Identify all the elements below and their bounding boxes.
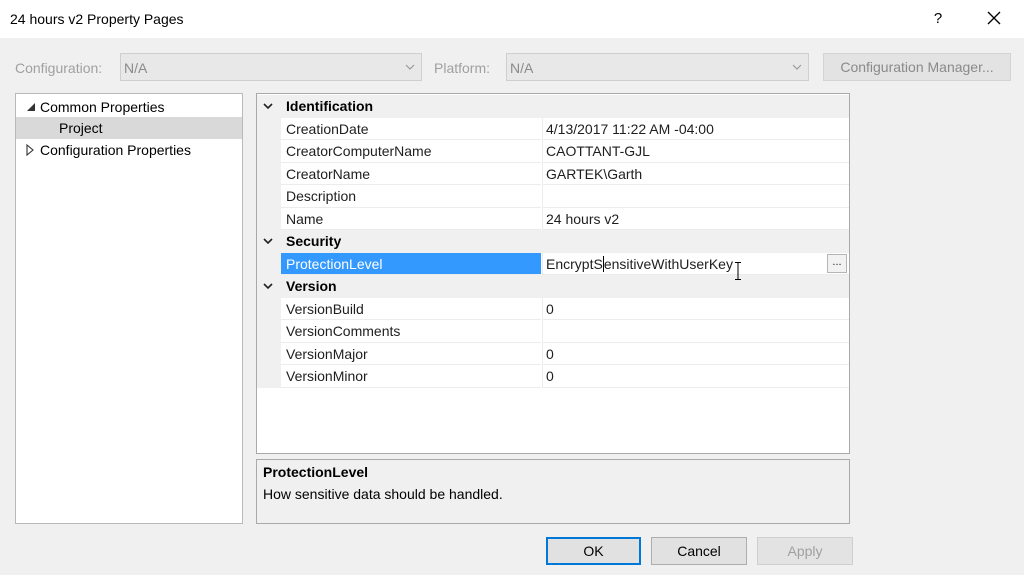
protection-level-input[interactable]: EncryptSensitiveWithUserKey ... [542, 252, 849, 275]
chevron-down-icon[interactable] [262, 281, 274, 291]
close-icon [987, 11, 1001, 25]
settings-tree: Common Properties Project Configuration … [15, 93, 243, 524]
property-row-version-build[interactable]: VersionBuild 0 [257, 297, 849, 320]
property-row-version-comments[interactable]: VersionComments [257, 320, 849, 343]
property-value[interactable] [542, 320, 849, 343]
platform-dropdown[interactable]: N/A [506, 53, 809, 81]
configuration-label: Configuration: [15, 60, 103, 76]
property-value[interactable]: 0 [542, 342, 849, 365]
tree-item-common-properties[interactable]: Common Properties [16, 96, 242, 118]
description-title: ProtectionLevel [263, 464, 369, 480]
property-value[interactable]: 24 hours v2 [542, 207, 849, 230]
property-value[interactable]: 0 [542, 365, 849, 388]
property-row-description[interactable]: Description [257, 185, 849, 208]
window-title: 24 hours v2 Property Pages [10, 11, 184, 27]
category-label: Identification [286, 98, 374, 114]
category-label: Version [286, 278, 337, 294]
chevron-down-icon [792, 64, 802, 70]
platform-value: N/A [510, 60, 534, 76]
property-value[interactable]: GARTEK\Garth [542, 162, 849, 185]
property-row-creator-computer-name[interactable]: CreatorComputerName CAOTTANT-GJL [257, 140, 849, 163]
apply-button[interactable]: Apply [757, 537, 853, 565]
ellipsis-button[interactable]: ... [827, 253, 847, 273]
property-name: VersionMajor [281, 343, 541, 365]
text-cursor-icon [735, 262, 741, 280]
property-name: ProtectionLevel [281, 252, 541, 275]
configuration-value: N/A [124, 60, 148, 76]
tree-item-label: Project [59, 120, 103, 136]
expanded-triangle-icon[interactable] [25, 101, 37, 113]
cancel-button[interactable]: Cancel [651, 537, 747, 565]
property-value[interactable]: CAOTTANT-GJL [542, 140, 849, 163]
chevron-down-icon[interactable] [262, 236, 274, 246]
value-text-before-caret: EncryptS [546, 255, 603, 272]
category-security[interactable]: Security [257, 230, 849, 253]
chevron-down-icon [405, 64, 415, 70]
property-name: CreationDate [281, 118, 541, 140]
category-label: Security [286, 233, 342, 249]
tree-item-label: Common Properties [40, 99, 165, 115]
description-text: How sensitive data should be handled. [263, 486, 503, 502]
close-button[interactable] [980, 6, 1008, 32]
property-value[interactable]: 4/13/2017 11:22 AM -04:00 [542, 117, 849, 140]
platform-label: Platform: [434, 60, 491, 76]
description-pane: ProtectionLevel How sensitive data shoul… [256, 459, 850, 524]
ok-button[interactable]: OK [546, 537, 641, 565]
property-name: Description [281, 185, 541, 208]
property-name: CreatorName [281, 163, 541, 185]
tree-item-label: Configuration Properties [40, 142, 191, 158]
property-name: VersionBuild [281, 298, 541, 320]
title-bar: 24 hours v2 Property Pages ? [0, 0, 1024, 38]
property-row-version-minor[interactable]: VersionMinor 0 [257, 365, 849, 388]
category-version[interactable]: Version [257, 275, 849, 298]
collapsed-triangle-icon[interactable] [24, 144, 36, 156]
category-identification[interactable]: Identification [257, 95, 849, 118]
property-value[interactable] [542, 185, 849, 208]
tree-item-project[interactable]: Project [16, 117, 242, 139]
property-value[interactable]: 0 [542, 297, 849, 320]
chevron-down-icon[interactable] [262, 101, 274, 111]
tree-item-configuration-properties[interactable]: Configuration Properties [16, 139, 242, 161]
property-name: VersionComments [281, 320, 541, 343]
property-row-version-major[interactable]: VersionMajor 0 [257, 342, 849, 365]
property-name: VersionMinor [281, 365, 541, 388]
property-grid: Identification CreationDate 4/13/2017 11… [256, 93, 850, 454]
property-name: CreatorComputerName [281, 140, 541, 163]
property-row-protection-level[interactable]: ProtectionLevel EncryptSensitiveWithUser… [257, 252, 849, 275]
property-name: Name [281, 208, 541, 230]
property-row-creator-name[interactable]: CreatorName GARTEK\Garth [257, 162, 849, 185]
configuration-dropdown[interactable]: N/A [120, 53, 422, 81]
help-button[interactable]: ? [926, 7, 950, 31]
property-row-name[interactable]: Name 24 hours v2 [257, 207, 849, 230]
configuration-manager-button[interactable]: Configuration Manager... [823, 53, 1011, 81]
value-text-after-caret: ensitiveWithUserKey [603, 255, 733, 272]
property-row-creation-date[interactable]: CreationDate 4/13/2017 11:22 AM -04:00 [257, 117, 849, 140]
